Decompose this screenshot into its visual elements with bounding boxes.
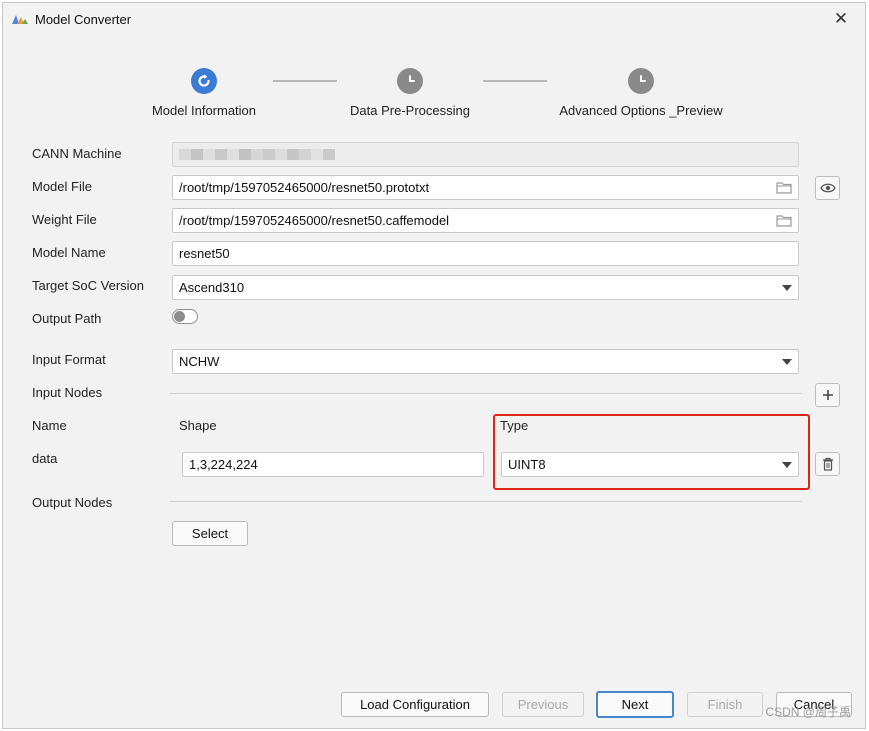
step-data-pre-processing[interactable]: Data Pre-Processing bbox=[341, 68, 479, 118]
folder-icon[interactable] bbox=[770, 209, 798, 232]
watermark: CSDN @周子禹 bbox=[765, 705, 851, 719]
chevron-down-icon bbox=[776, 276, 798, 299]
step-label: Model Information bbox=[151, 103, 257, 118]
column-header-shape: Shape bbox=[179, 418, 217, 433]
chevron-down-icon bbox=[776, 350, 798, 373]
target-soc-select[interactable]: Ascend310 bbox=[172, 275, 799, 300]
title-bar: Model Converter ✕ bbox=[3, 3, 865, 35]
model-converter-window: Model Converter ✕ Model Information Data… bbox=[2, 2, 866, 729]
step-label: Data Pre-Processing bbox=[350, 103, 470, 118]
load-configuration-button[interactable]: Load Configuration bbox=[341, 692, 489, 717]
cann-machine-field bbox=[172, 142, 799, 167]
input-nodes-divider bbox=[170, 393, 802, 394]
output-path-toggle[interactable] bbox=[172, 309, 198, 324]
next-button[interactable]: Next bbox=[596, 691, 674, 718]
input-nodes-label: Input Nodes bbox=[32, 385, 103, 400]
output-path-label: Output Path bbox=[32, 311, 102, 326]
delete-input-node-button[interactable] bbox=[815, 452, 840, 476]
output-nodes-divider bbox=[170, 501, 802, 502]
column-header-name: Name bbox=[32, 418, 67, 433]
chevron-down-icon bbox=[776, 453, 798, 476]
model-file-label: Model File bbox=[32, 179, 92, 194]
cann-machine-label: CANN Machine bbox=[32, 146, 122, 161]
step-advanced-options-preview[interactable]: Advanced Options _Preview bbox=[553, 68, 729, 118]
folder-icon[interactable] bbox=[770, 176, 798, 199]
input-format-select[interactable]: NCHW bbox=[172, 349, 799, 374]
input-node-name: data bbox=[32, 451, 58, 466]
clock-icon bbox=[628, 68, 654, 94]
app-logo-icon bbox=[12, 15, 28, 24]
input-node-type-select[interactable]: UINT8 bbox=[501, 452, 799, 477]
preview-model-button[interactable] bbox=[815, 176, 840, 200]
target-soc-label: Target SoC Version bbox=[32, 278, 145, 293]
window-title: Model Converter bbox=[35, 12, 132, 27]
finish-button[interactable]: Finish bbox=[687, 692, 763, 717]
eye-icon bbox=[819, 183, 836, 193]
plus-icon bbox=[822, 390, 833, 400]
select-output-nodes-button[interactable]: Select bbox=[172, 521, 248, 546]
close-icon: ✕ bbox=[833, 9, 849, 28]
model-name-input[interactable]: resnet50 bbox=[172, 241, 799, 266]
step-model-information[interactable]: Model Information bbox=[142, 68, 266, 118]
input-node-shape-input[interactable]: 1,3,224,224 bbox=[182, 452, 484, 477]
weight-file-label: Weight File bbox=[32, 212, 97, 227]
column-header-type: Type bbox=[500, 418, 529, 433]
weight-file-input[interactable]: /root/tmp/1597052465000/resnet50.caffemo… bbox=[172, 208, 799, 233]
input-format-label: Input Format bbox=[32, 352, 106, 367]
redacted-value bbox=[179, 149, 335, 160]
clock-icon bbox=[397, 68, 423, 94]
trash-icon bbox=[822, 457, 833, 471]
add-input-node-button[interactable] bbox=[815, 383, 840, 407]
previous-button[interactable]: Previous bbox=[502, 692, 584, 717]
step-label: Advanced Options _Preview bbox=[559, 103, 723, 118]
step-connector bbox=[483, 80, 547, 82]
close-button[interactable]: ✕ bbox=[831, 9, 851, 29]
model-file-input[interactable]: /root/tmp/1597052465000/resnet50.prototx… bbox=[172, 175, 799, 200]
output-nodes-label: Output Nodes bbox=[32, 495, 113, 510]
refresh-icon bbox=[191, 68, 217, 94]
toggle-knob bbox=[174, 311, 185, 322]
step-connector bbox=[273, 80, 337, 82]
model-name-label: Model Name bbox=[32, 245, 106, 260]
